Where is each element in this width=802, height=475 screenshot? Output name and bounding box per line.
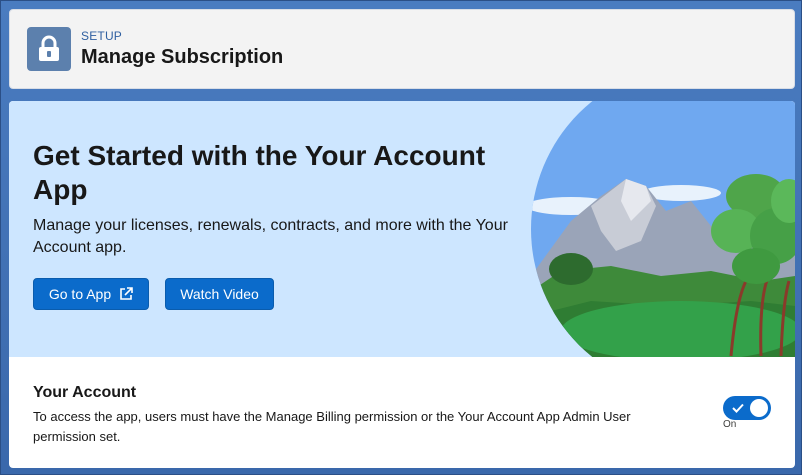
toggle-state-label: On [723,419,737,430]
external-link-icon [119,287,133,301]
go-to-app-label: Go to App [48,286,112,302]
page-header: SETUP Manage Subscription [9,9,795,89]
hero-banner: Get Started with the Your Account App Ma… [9,101,795,357]
lock-icon [27,27,71,71]
header-eyebrow: SETUP [81,29,123,43]
hero-description: Manage your licenses, renewals, contract… [33,217,508,256]
main-card: Get Started with the Your Account App Ma… [9,101,795,468]
your-account-description: To access the app, users must have the M… [33,409,631,444]
mountain-landscape-illustration [531,101,795,357]
watch-video-button[interactable]: Watch Video [165,278,274,310]
check-icon [731,401,745,420]
your-account-toggle[interactable] [723,396,771,420]
hero-title: Get Started with the Your Account App [33,140,486,205]
watch-video-label: Watch Video [180,286,259,302]
toggle-knob [750,399,768,417]
your-account-section-title: Your Account [33,384,137,401]
go-to-app-button[interactable]: Go to App [33,278,149,310]
page-title: Manage Subscription [81,46,284,68]
